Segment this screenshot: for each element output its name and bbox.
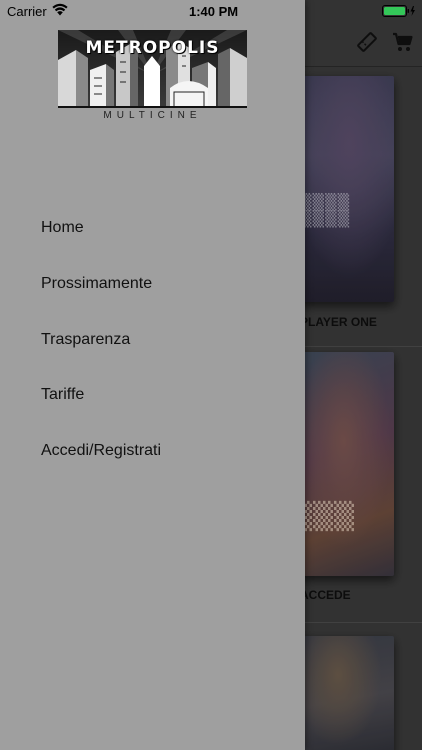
logo-wordmark: METROPOLIS xyxy=(85,38,220,58)
battery-icon xyxy=(382,5,416,17)
logo-subtitle: MULTICINE xyxy=(103,110,202,121)
menu-item-label: Home xyxy=(41,219,84,236)
clock: 1:40 PM xyxy=(189,4,239,19)
menu-item-prossimamente[interactable]: Prossimamente xyxy=(0,259,305,309)
menu-item-label: Trasparenza xyxy=(41,331,131,348)
menu-item-home[interactable]: Home xyxy=(0,203,305,253)
carrier-label: Carrier xyxy=(7,4,47,19)
logo-skyline-graphic: METROPOLIS xyxy=(58,30,247,108)
side-drawer: METROPOLIS MULTICINE Home Prossimamente … xyxy=(0,0,305,750)
menu-item-label: Prossimamente xyxy=(41,275,153,292)
menu-item-label: Accedi/Registrati xyxy=(41,442,162,459)
menu-item-accedi-registrati[interactable]: Accedi/Registrati xyxy=(0,426,305,476)
wifi-icon xyxy=(52,3,68,16)
status-bar: Carrier 1:40 PM xyxy=(0,0,422,22)
menu-item-tariffe[interactable]: Tariffe xyxy=(0,370,305,420)
menu-item-label: Tariffe xyxy=(41,386,85,403)
menu-item-trasparenza[interactable]: Trasparenza xyxy=(0,315,305,365)
metropolis-logo: METROPOLIS MULTICINE xyxy=(58,30,247,124)
